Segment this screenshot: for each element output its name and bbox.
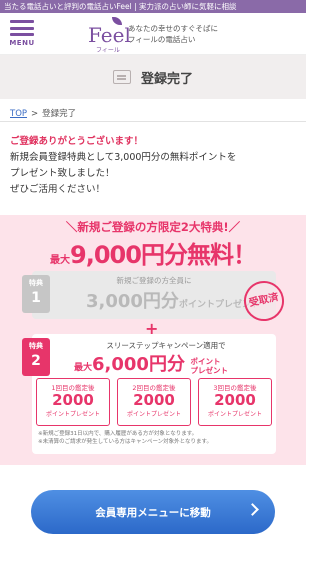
site-logo[interactable]: Feel フィール あなたの幸せのすぐそばに フィールの電話占い bbox=[86, 17, 218, 54]
form-icon bbox=[112, 70, 131, 84]
site-tagline: あなたの幸せのすぐそばに フィールの電話占い bbox=[128, 24, 218, 44]
thanks-text: ご登録ありがとうございます！ bbox=[10, 136, 144, 147]
campaign-notes: ※新規ご登録31日以内で、購入履歴がある方が対象となります。 ※未清算のご請求が… bbox=[38, 431, 212, 445]
member-menu-button[interactable]: 会員専用メニューに移動 bbox=[31, 490, 275, 534]
campaign-max-offer: 最大9,000円分無料！ bbox=[50, 241, 257, 269]
site-header: MENU Feel フィール あなたの幸せのすぐそばに フィールの電話占い bbox=[0, 13, 306, 55]
step-card: 2回目の鑑定後 2000 ポイントプレゼント bbox=[117, 378, 191, 426]
perk-1-text: 新規ご登録の方全員に bbox=[116, 276, 192, 285]
breadcrumb-current: 登録完了 bbox=[42, 109, 77, 119]
campaign-banner: ＼新規ご登録の方限定2大特典!／ 最大9,000円分無料！ 特典 1 新規ご登録の… bbox=[0, 215, 306, 465]
message-line: ぜひご活用ください！ bbox=[10, 184, 106, 195]
perk-2-card: 特典 2 スリーステップキャンペーン適用で 最大6,000円分 ポイント プレゼント… bbox=[22, 334, 276, 454]
step-card: 3回目の鑑定後 2000 ポイントプレゼント bbox=[198, 378, 272, 426]
menu-button[interactable]: MENU bbox=[0, 13, 44, 55]
perk-1-card: 特典 1 新規ご登録の方全員に 3,000円分ポイントプレゼント 受取済 bbox=[22, 271, 288, 325]
breadcrumb: TOP > 登録完了 bbox=[0, 99, 306, 121]
member-menu-label: 会員専用メニューに移動 bbox=[95, 506, 211, 519]
chevron-right-icon bbox=[246, 503, 259, 516]
message-line: 新規会員登録特典として3,000円分の無料ポイントを bbox=[10, 152, 237, 163]
perk-2-badge: 特典 2 bbox=[22, 338, 50, 376]
perk-2-amount: 最大6,000円分 ポイント プレゼント bbox=[74, 354, 229, 375]
breadcrumb-top-link[interactable]: TOP bbox=[10, 109, 27, 119]
campaign-headline: ＼新規ご登録の方限定2大特典!／ bbox=[65, 220, 241, 234]
page-title-bar: 登録完了 bbox=[0, 55, 306, 99]
perk-1-amount: 3,000円分ポイントプレゼント bbox=[86, 291, 260, 312]
registration-message: ご登録ありがとうございます！ 新規会員登録特典として3,000円分の無料ポイント… bbox=[0, 122, 306, 212]
logo-wordmark: Feel bbox=[88, 23, 131, 47]
breadcrumb-separator: > bbox=[31, 109, 39, 119]
logo-subtext: フィール bbox=[96, 47, 120, 54]
step-card: 1回目の鑑定後 2000 ポイントプレゼント bbox=[36, 378, 110, 426]
hamburger-icon bbox=[10, 20, 34, 36]
top-info-strip: 当たる電話占いと評判の電話占いFeel | 実力派の占い師に気軽に相談 bbox=[0, 0, 306, 13]
step-list: 1回目の鑑定後 2000 ポイントプレゼント 2回目の鑑定後 2000 ポイント… bbox=[36, 378, 272, 426]
page-title: 登録完了 bbox=[140, 71, 193, 87]
message-line: プレゼント致しました！ bbox=[10, 168, 115, 179]
menu-label: MENU bbox=[9, 39, 35, 47]
